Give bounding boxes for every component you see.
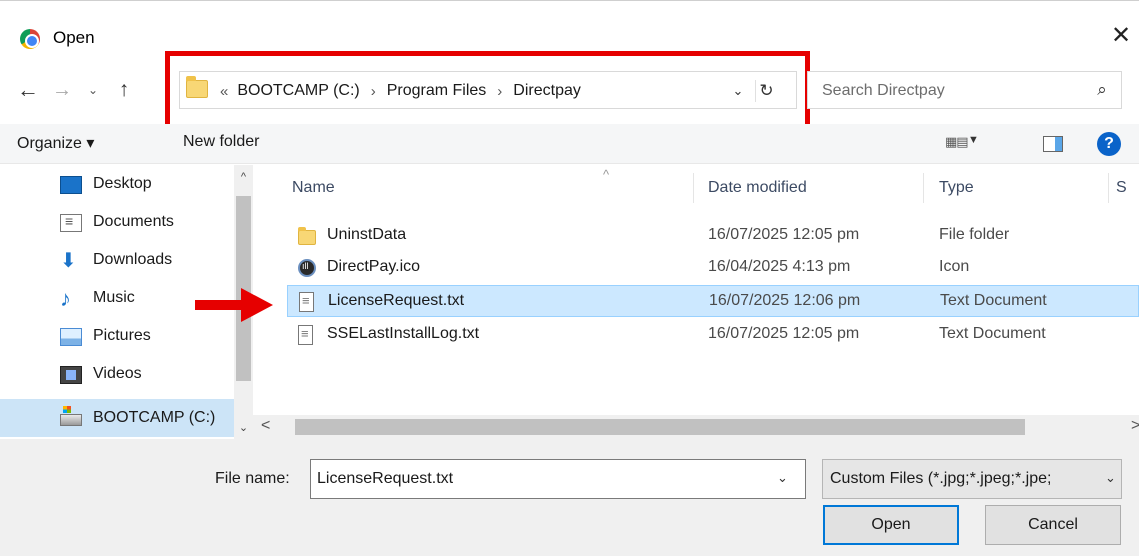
sidebar-item-bootcamp-drive[interactable]: BOOTCAMP (C:) <box>0 399 234 437</box>
breadcrumb-item-program-files[interactable]: Program Files <box>387 82 487 100</box>
sidebar-item-pictures[interactable]: Pictures <box>0 317 234 355</box>
up-arrow-icon[interactable]: ↑ <box>112 77 136 103</box>
column-divider[interactable] <box>693 173 694 203</box>
file-name: UninstData <box>327 226 407 243</box>
sidebar-item-label: Music <box>93 289 135 306</box>
sidebar-item-downloads[interactable]: ⬇ Downloads <box>0 241 234 279</box>
red-pointer-arrow <box>195 288 275 322</box>
sidebar-item-label: Desktop <box>93 175 152 192</box>
drive-icon <box>60 406 82 426</box>
open-button[interactable]: Open <box>823 505 959 545</box>
dialog-footer: File name: LicenseRequest.txt ⌄ Custom F… <box>0 439 1139 556</box>
file-date-modified: 16/07/2025 12:05 pm <box>708 325 860 342</box>
arrow-head <box>241 288 273 322</box>
arrow-shaft <box>195 300 245 310</box>
breadcrumb: « BOOTCAMP (C:) › Program Files › Direct… <box>220 81 581 101</box>
cancel-button[interactable]: Cancel <box>985 505 1121 545</box>
pictures-icon <box>60 328 82 346</box>
sidebar-item-label: Downloads <box>93 251 173 268</box>
address-dropdown-icon[interactable]: ⌄ <box>729 81 747 101</box>
file-type: File folder <box>939 226 1010 243</box>
view-dropdown-icon[interactable]: ▼ <box>968 134 979 146</box>
scroll-right-icon[interactable]: > <box>1131 417 1139 435</box>
view-options-icon[interactable]: ▦▤ <box>945 134 969 154</box>
window-title: Open <box>53 28 95 47</box>
column-header-date-modified[interactable]: Date modified <box>708 179 807 197</box>
sidebar-item-videos[interactable]: Videos <box>0 355 234 393</box>
search-icon[interactable]: ⌕ <box>1092 80 1112 100</box>
documents-icon <box>60 213 82 232</box>
scroll-up-icon[interactable]: ^ <box>234 171 253 187</box>
sort-ascending-icon: ^ <box>603 167 610 182</box>
file-name: LicenseRequest.txt <box>328 292 465 309</box>
new-folder-button[interactable]: New folder <box>183 133 259 151</box>
scroll-down-icon[interactable]: ⌄ <box>234 421 253 437</box>
breadcrumb-separator-icon[interactable]: › <box>371 83 376 100</box>
file-type: Text Document <box>940 292 1047 309</box>
file-name: DirectPay.ico <box>327 258 421 275</box>
ico-file-icon <box>298 259 316 277</box>
column-header-row: ^ Name Date modified Type S <box>253 165 1139 211</box>
text-file-icon <box>299 292 314 312</box>
sidebar-item-label: Documents <box>93 213 174 230</box>
column-header-name[interactable]: Name <box>292 179 335 197</box>
chrome-app-icon <box>20 29 40 49</box>
search-placeholder: Search Directpay <box>822 82 945 99</box>
column-divider[interactable] <box>1108 173 1109 203</box>
close-button[interactable]: ✕ <box>1108 23 1134 49</box>
file-name-dropdown-icon[interactable]: ⌄ <box>777 470 788 486</box>
back-arrow-icon[interactable]: ← <box>15 77 41 103</box>
desktop-icon <box>60 176 82 194</box>
breadcrumb-item-drive[interactable]: BOOTCAMP (C:) <box>237 82 359 100</box>
horizontal-scrollbar-thumb[interactable] <box>295 419 1025 435</box>
breadcrumb-item-directpay[interactable]: Directpay <box>513 82 581 100</box>
music-icon: ♪ <box>60 286 71 311</box>
sidebar-item-label: BOOTCAMP (C:) <box>93 409 216 426</box>
sidebar-item-documents[interactable]: Documents <box>0 203 234 241</box>
sidebar-item-label: Pictures <box>93 327 151 344</box>
sidebar-item-desktop[interactable]: Desktop <box>0 165 234 203</box>
file-row-directpay-ico[interactable]: DirectPay.ico 16/04/2025 4:13 pm Icon <box>287 252 1139 284</box>
address-bar[interactable]: « BOOTCAMP (C:) › Program Files › Direct… <box>179 71 797 109</box>
file-date-modified: 16/04/2025 4:13 pm <box>708 258 851 275</box>
folder-icon <box>298 227 316 245</box>
filter-dropdown-icon[interactable]: ⌄ <box>1105 470 1116 486</box>
file-row-licenserequest-txt[interactable]: LicenseRequest.txt 16/07/2025 12:06 pm T… <box>287 285 1139 317</box>
file-date-modified: 16/07/2025 12:06 pm <box>709 292 861 309</box>
preview-pane-icon[interactable] <box>1043 136 1063 152</box>
organize-button[interactable]: Organize ▾ <box>17 133 94 153</box>
column-divider[interactable] <box>923 173 924 203</box>
file-name-field[interactable]: LicenseRequest.txt ⌄ <box>310 459 806 499</box>
file-row-uninstdata[interactable]: UninstData 16/07/2025 12:05 pm File fold… <box>287 220 1139 252</box>
text-file-icon <box>298 325 313 345</box>
folder-icon <box>186 76 208 98</box>
file-date-modified: 16/07/2025 12:05 pm <box>708 226 860 243</box>
breadcrumb-separator-icon[interactable]: › <box>497 83 502 100</box>
help-icon[interactable]: ? <box>1097 132 1121 156</box>
file-row-sselastinstalllog-txt[interactable]: SSELastInstallLog.txt 16/07/2025 12:05 p… <box>287 319 1139 351</box>
file-type-filter-value: Custom Files (*.jpg;*.jpeg;*.jpe; <box>830 470 1052 487</box>
file-type-filter-select[interactable]: Custom Files (*.jpg;*.jpeg;*.jpe; ⌄ <box>822 459 1122 499</box>
file-name: SSELastInstallLog.txt <box>327 325 480 342</box>
horizontal-scrollbar[interactable]: < > <box>253 415 1139 439</box>
sidebar-item-label: Videos <box>93 365 142 382</box>
file-type: Text Document <box>939 325 1046 342</box>
forward-arrow-icon[interactable]: → <box>50 77 74 103</box>
title-bar: Open ✕ <box>0 1 1139 57</box>
file-name-value: LicenseRequest.txt <box>317 470 454 487</box>
downloads-icon: ⬇ <box>60 250 77 272</box>
scroll-left-icon[interactable]: < <box>261 417 270 435</box>
command-toolbar: Organize ▾ New folder ▦▤ ▼ ? <box>0 124 1139 164</box>
file-type: Icon <box>939 258 970 275</box>
refresh-icon[interactable]: ↻ <box>755 80 777 102</box>
column-header-type[interactable]: Type <box>939 179 974 197</box>
recent-locations-chevron-icon[interactable]: ⌄ <box>84 77 102 103</box>
file-name-label: File name: <box>215 470 290 487</box>
column-header-size[interactable]: S <box>1116 179 1127 197</box>
search-input[interactable]: Search Directpay ⌕ <box>807 71 1122 109</box>
breadcrumb-overflow-icon[interactable]: « <box>220 83 228 100</box>
open-file-dialog: Open ✕ ← → ⌄ ↑ « BOOTCAMP (C:) › Program… <box>0 0 1139 556</box>
videos-icon <box>60 366 82 384</box>
